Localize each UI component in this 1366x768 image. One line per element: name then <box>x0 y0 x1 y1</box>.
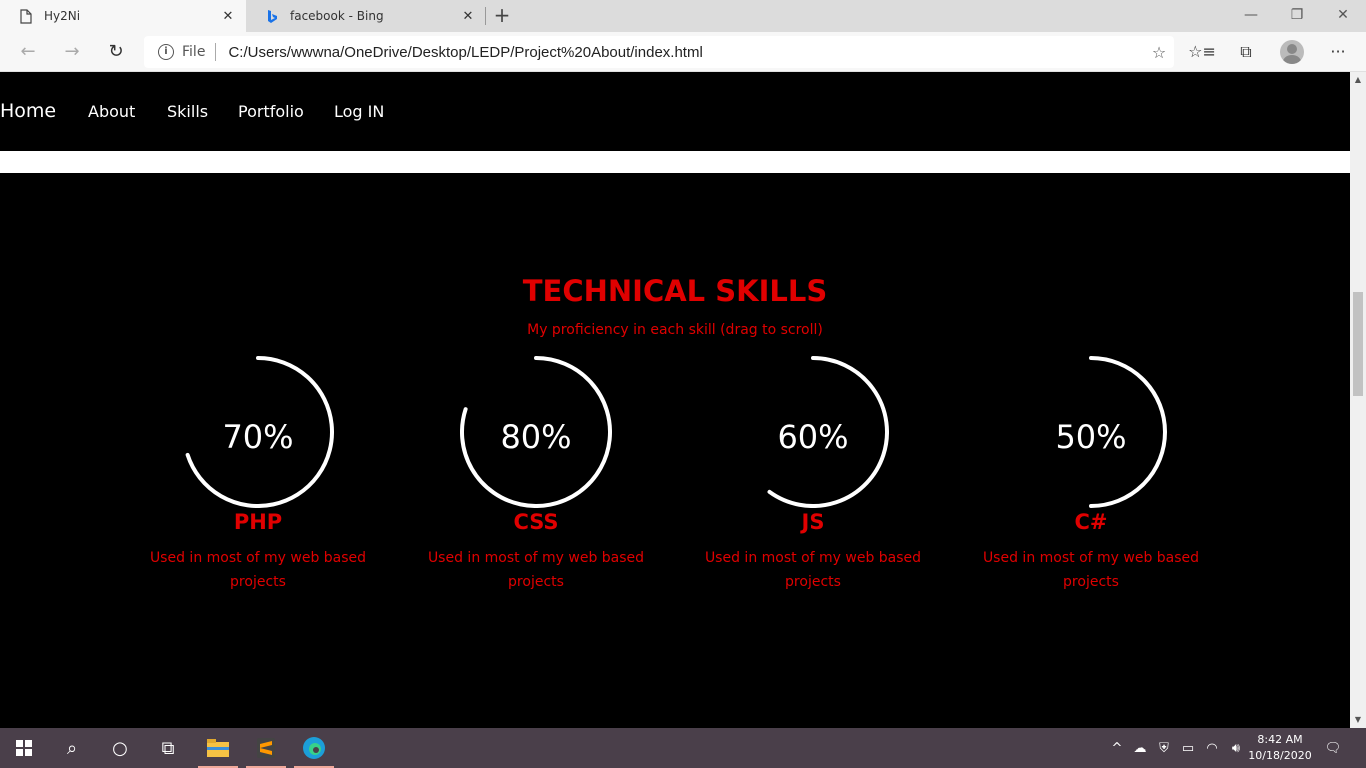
skill-card-php[interactable]: 70% PHP Used in most of my web based pro… <box>138 356 378 596</box>
nav-home[interactable]: Home <box>0 100 56 122</box>
address-toolbar: ← → ↻ i File C:/Users/wwwna/OneDrive/Des… <box>0 32 1366 72</box>
profile-avatar[interactable] <box>1280 40 1304 64</box>
tab-bing[interactable]: facebook - Bing ✕ <box>246 0 486 32</box>
refresh-button[interactable]: ↻ <box>100 38 132 66</box>
close-tab-icon[interactable]: ✕ <box>218 9 238 24</box>
search-icon[interactable]: ⌕ <box>48 728 96 768</box>
cortana-icon[interactable]: ○ <box>96 728 144 768</box>
favorite-star-icon[interactable]: ☆ <box>1144 43 1174 62</box>
onedrive-cloud-icon[interactable]: ☁ <box>1128 728 1152 768</box>
notifications-icon[interactable]: 🗨︎ <box>1316 728 1350 768</box>
sublime-text-icon[interactable] <box>242 728 290 768</box>
wifi-icon[interactable]: ◠ <box>1200 728 1224 768</box>
task-view-icon[interactable]: ⧉ <box>144 728 192 768</box>
skill-description: Used in most of my web based projects <box>704 550 922 590</box>
favorites-icon[interactable]: ☆≡ <box>1186 38 1218 66</box>
skill-percent: 70% <box>222 418 294 456</box>
skill-name: JS <box>801 510 825 534</box>
skills-subtitle: My proficiency in each skill (drag to sc… <box>527 322 823 338</box>
show-hidden-icons[interactable]: ^ <box>1106 728 1128 768</box>
scroll-down-icon[interactable]: ▼ <box>1350 712 1366 728</box>
clock-date: 10/18/2020 <box>1248 749 1312 762</box>
skill-percent: 60% <box>777 418 849 456</box>
skill-description: Used in most of my web based projects <box>427 550 645 590</box>
security-icon[interactable]: ⛨ <box>1152 728 1176 768</box>
skill-name: CSS <box>513 510 559 534</box>
close-window-button[interactable]: ✕ <box>1320 0 1366 32</box>
more-menu-icon[interactable]: ··· <box>1322 38 1354 66</box>
site-navbar: Home About Skills Portfolio Log IN <box>0 72 1350 151</box>
back-button[interactable]: ← <box>12 38 44 66</box>
skill-card-csharp[interactable]: 50% C# Used in most of my web based proj… <box>971 356 1211 596</box>
new-tab-button[interactable]: + <box>490 4 514 28</box>
nav-portfolio[interactable]: Portfolio <box>238 102 304 121</box>
skill-name: C# <box>1074 510 1108 534</box>
scheme-label: File <box>182 44 206 60</box>
nav-login[interactable]: Log IN <box>334 102 384 121</box>
volume-icon[interactable]: 🔊︎ <box>1224 728 1248 768</box>
file-explorer-icon[interactable] <box>194 728 242 768</box>
vertical-scrollbar[interactable]: ▲ ▼ <box>1350 72 1366 728</box>
nav-about[interactable]: About <box>88 102 135 121</box>
battery-icon[interactable]: ▭ <box>1176 728 1200 768</box>
skill-card-css[interactable]: 80% CSS Used in most of my web based pro… <box>416 356 656 596</box>
tab-title: facebook - Bing <box>290 9 384 23</box>
bing-icon <box>264 8 280 24</box>
nav-skills[interactable]: Skills <box>167 102 208 121</box>
close-tab-icon[interactable]: ✕ <box>458 9 478 24</box>
clock-time: 8:42 AM <box>1257 733 1303 746</box>
forward-button[interactable]: → <box>56 38 88 66</box>
scrollbar-thumb[interactable] <box>1353 292 1363 396</box>
tab-hy2ni[interactable]: Hy2Ni ✕ <box>0 0 246 32</box>
browser-tab-bar: Hy2Ni ✕ facebook - Bing ✕ + — ❐ ✕ <box>0 0 1366 32</box>
restore-button[interactable]: ❐ <box>1274 0 1320 32</box>
divider <box>215 43 217 61</box>
tab-title: Hy2Ni <box>44 9 81 23</box>
skill-percent: 50% <box>1055 418 1127 456</box>
skills-title: TECHNICAL SKILLS <box>522 274 828 308</box>
edge-browser-icon[interactable] <box>290 728 338 768</box>
skill-card-js[interactable]: 60% JS Used in most of my web based proj… <box>693 356 933 596</box>
page-icon <box>18 8 34 24</box>
skill-description: Used in most of my web based projects <box>982 550 1200 590</box>
page-viewport: Home About Skills Portfolio Log IN TECHN… <box>0 72 1350 728</box>
address-bar[interactable]: i File C:/Users/wwwna/OneDrive/Desktop/L… <box>144 36 1174 68</box>
scroll-up-icon[interactable]: ▲ <box>1350 72 1366 88</box>
minimize-button[interactable]: — <box>1228 0 1274 32</box>
skill-name: PHP <box>233 510 283 534</box>
url-text[interactable]: C:/Users/wwwna/OneDrive/Desktop/LEDP/Pro… <box>228 44 1144 61</box>
tab-divider <box>485 7 486 25</box>
system-clock[interactable]: 8:42 AM 10/18/2020 <box>1248 732 1312 764</box>
windows-taskbar: ⌕ ○ ⧉ ^ ☁ ⛨ ▭ ◠ 🔊︎ 8:42 AM 10/18/2020 🗨︎ <box>0 728 1366 768</box>
skill-percent: 80% <box>500 418 572 456</box>
skill-description: Used in most of my web based projects <box>149 550 367 590</box>
collections-icon[interactable]: ⧉ <box>1230 38 1262 66</box>
section-divider <box>0 151 1350 173</box>
start-windows-icon[interactable] <box>0 728 48 768</box>
info-icon[interactable]: i <box>158 44 174 60</box>
